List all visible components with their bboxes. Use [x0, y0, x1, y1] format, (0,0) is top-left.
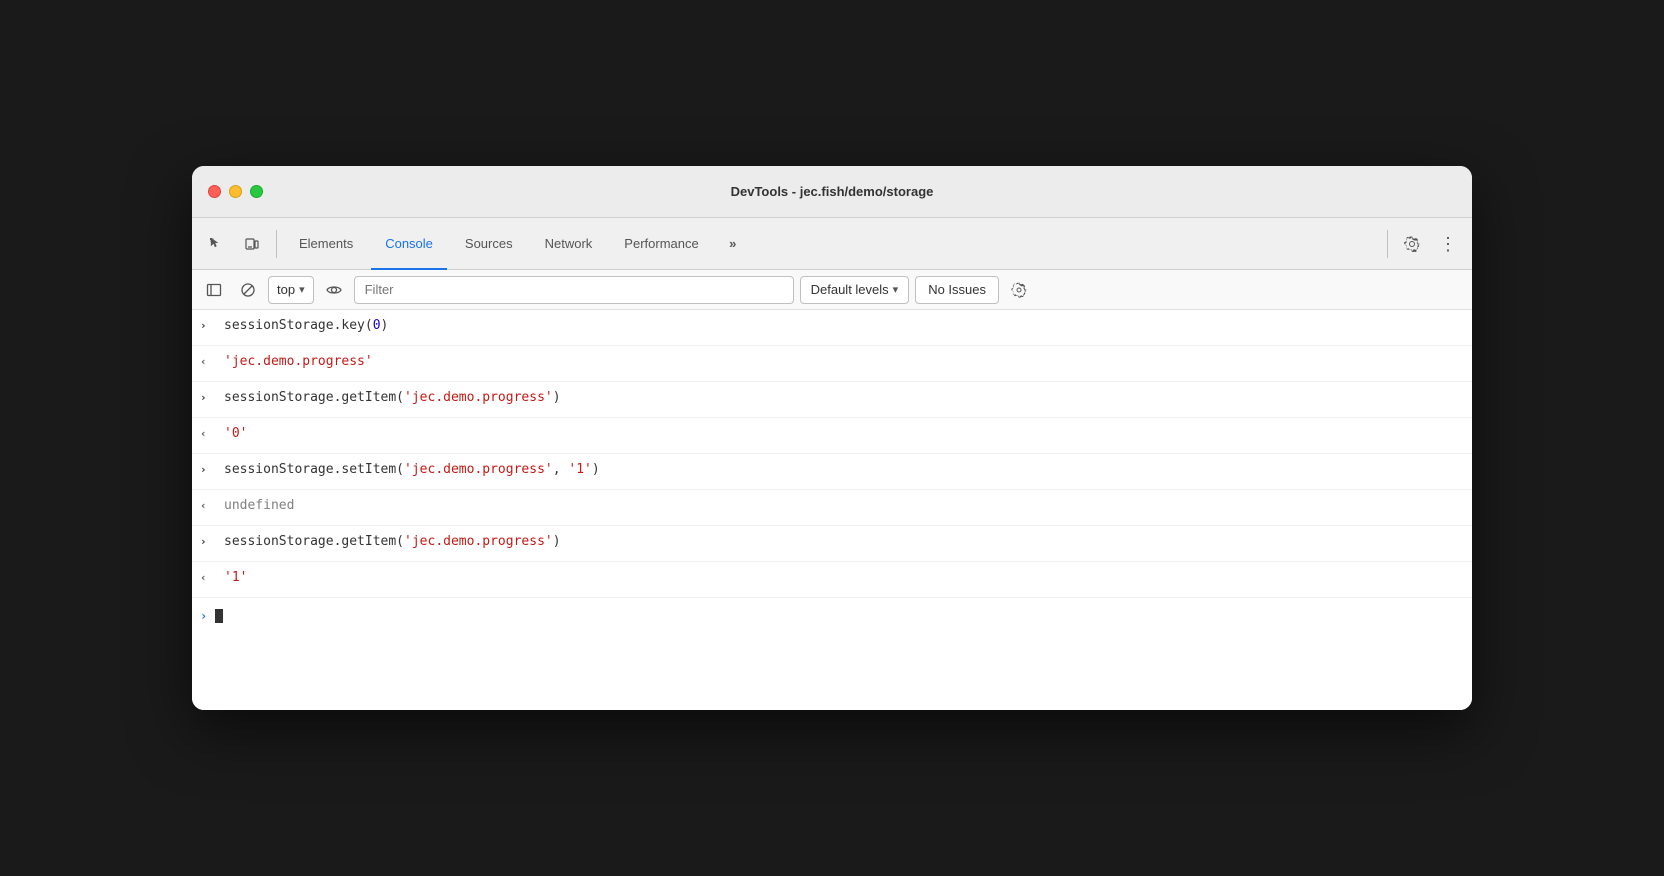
console-gear-icon — [1011, 282, 1027, 298]
tab-performance[interactable]: Performance — [610, 218, 712, 270]
code-line: sessionStorage.key(0) — [224, 316, 388, 336]
more-tabs-icon: » — [729, 236, 736, 251]
title-bar: DevTools - jec.fish/demo/storage — [192, 166, 1472, 218]
output-arrow: ‹ — [200, 570, 216, 587]
toolbar-separator-right — [1387, 230, 1388, 258]
console-line: ‹ 'jec.demo.progress' — [192, 346, 1472, 382]
live-expressions-button[interactable] — [320, 276, 348, 304]
output-value: undefined — [224, 496, 294, 516]
context-label: top — [277, 282, 295, 297]
input-arrow[interactable]: › — [200, 390, 216, 407]
ellipsis-icon: ⋮ — [1439, 235, 1457, 253]
console-settings-button[interactable] — [1005, 276, 1033, 304]
sidebar-icon — [206, 282, 222, 298]
tab-sources[interactable]: Sources — [451, 218, 527, 270]
close-button[interactable] — [208, 185, 221, 198]
minimize-button[interactable] — [229, 185, 242, 198]
code-line: sessionStorage.setItem('jec.demo.progres… — [224, 460, 600, 480]
console-line: ‹ '1' — [192, 562, 1472, 598]
console-line: › sessionStorage.setItem('jec.demo.progr… — [192, 454, 1472, 490]
log-levels-chevron-icon: ▾ — [893, 283, 899, 296]
more-tabs-button[interactable]: » — [717, 228, 749, 260]
output-value: '0' — [224, 424, 247, 444]
console-line: › sessionStorage.getItem('jec.demo.progr… — [192, 526, 1472, 562]
input-arrow[interactable]: › — [200, 318, 216, 335]
more-options-button[interactable]: ⋮ — [1432, 228, 1464, 260]
maximize-button[interactable] — [250, 185, 263, 198]
filter-input[interactable] — [354, 276, 794, 304]
devtools-window: DevTools - jec.fish/demo/storage Element… — [192, 166, 1472, 710]
output-arrow: ‹ — [200, 354, 216, 371]
cursor-arrow: › — [200, 607, 207, 625]
no-issues-label: No Issues — [928, 282, 986, 297]
console-toolbar: top ▾ Default levels ▾ No Issues — [192, 270, 1472, 310]
console-line: ‹ undefined — [192, 490, 1472, 526]
tab-elements[interactable]: Elements — [285, 218, 367, 270]
log-levels-button[interactable]: Default levels ▾ — [800, 276, 910, 304]
cursor-icon — [208, 236, 224, 252]
context-selector[interactable]: top ▾ — [268, 276, 314, 304]
log-levels-label: Default levels — [811, 282, 889, 297]
eye-icon — [326, 282, 342, 298]
inspect-element-button[interactable] — [200, 228, 232, 260]
output-value: 'jec.demo.progress' — [224, 352, 373, 372]
toolbar-settings-area: ⋮ — [1383, 228, 1464, 260]
settings-button[interactable] — [1396, 228, 1428, 260]
code-line: sessionStorage.getItem('jec.demo.progres… — [224, 388, 561, 408]
devtools-toolbar: Elements Console Sources Network Perform… — [192, 218, 1472, 270]
input-arrow[interactable]: › — [200, 462, 216, 479]
tab-network[interactable]: Network — [531, 218, 607, 270]
text-cursor — [215, 609, 223, 623]
chevron-down-icon: ▾ — [299, 283, 305, 296]
console-output: › sessionStorage.key(0) ‹ 'jec.demo.prog… — [192, 310, 1472, 710]
no-issues-button[interactable]: No Issues — [915, 276, 999, 304]
device-icon — [244, 236, 260, 252]
traffic-lights — [208, 185, 263, 198]
output-value: '1' — [224, 568, 247, 588]
device-toolbar-button[interactable] — [236, 228, 268, 260]
tab-console[interactable]: Console — [371, 218, 447, 270]
output-arrow: ‹ — [200, 498, 216, 515]
code-line: sessionStorage.getItem('jec.demo.progres… — [224, 532, 561, 552]
console-line: ‹ '0' — [192, 418, 1472, 454]
console-line: › sessionStorage.key(0) — [192, 310, 1472, 346]
window-title: DevTools - jec.fish/demo/storage — [731, 184, 934, 199]
toolbar-separator — [276, 230, 277, 258]
console-input-line[interactable]: › — [192, 598, 1472, 634]
input-arrow[interactable]: › — [200, 534, 216, 551]
sidebar-toggle-button[interactable] — [200, 276, 228, 304]
ban-icon — [240, 282, 256, 298]
gear-icon — [1404, 236, 1420, 252]
console-line: › sessionStorage.getItem('jec.demo.progr… — [192, 382, 1472, 418]
clear-console-button[interactable] — [234, 276, 262, 304]
output-arrow: ‹ — [200, 426, 216, 443]
